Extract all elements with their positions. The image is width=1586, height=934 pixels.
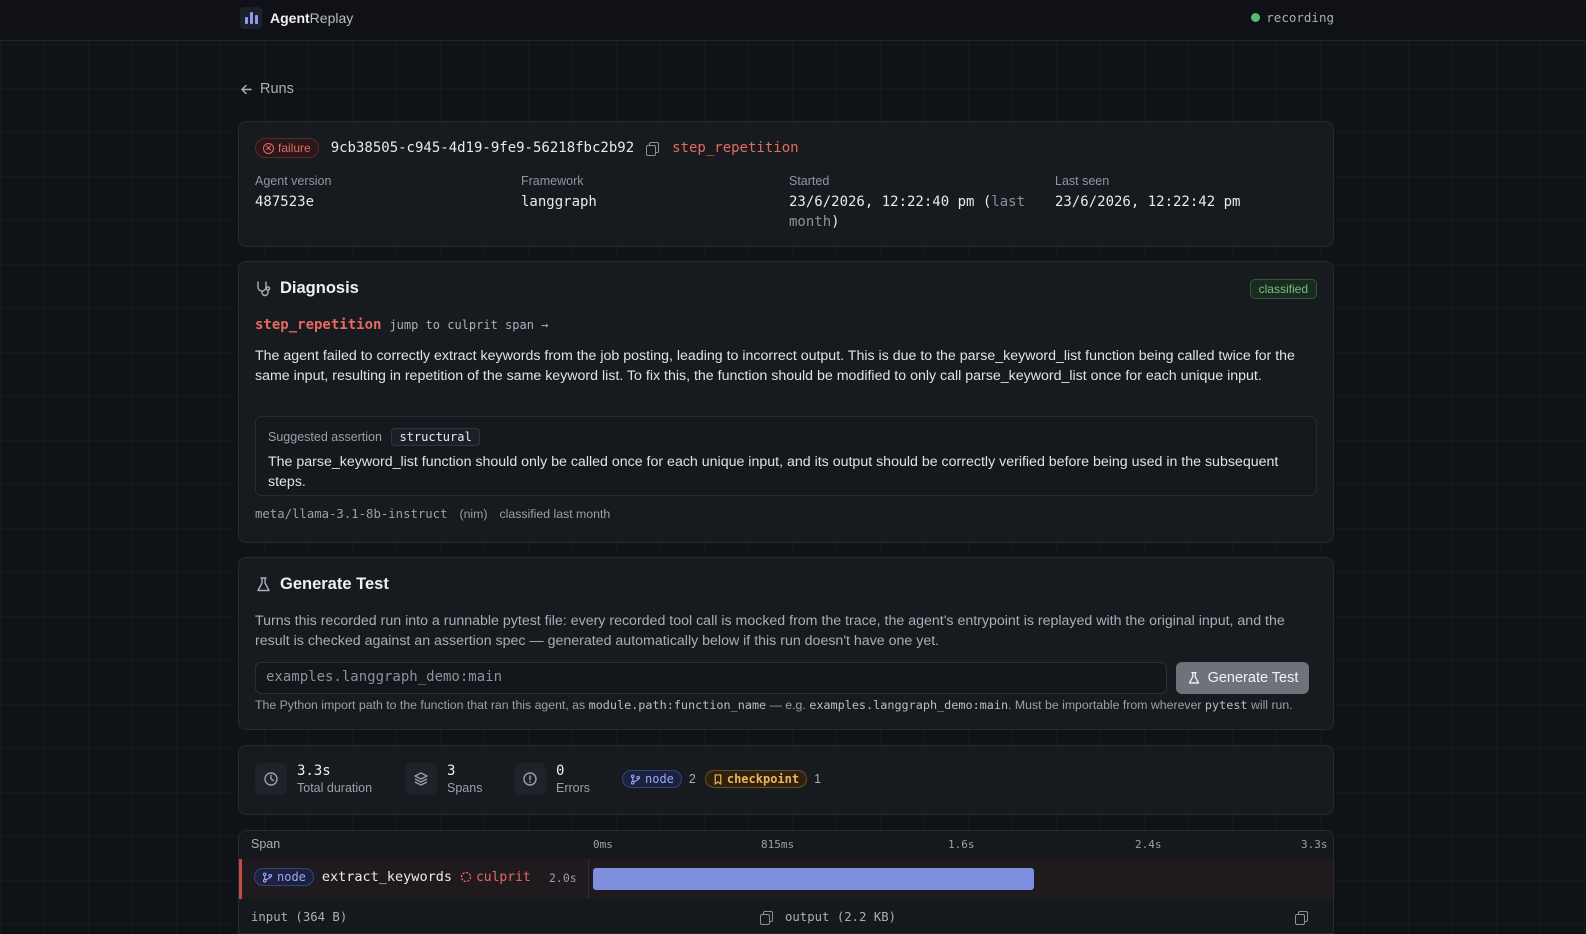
- generate-test-description: Turns this recorded run into a runnable …: [255, 613, 1285, 649]
- failure-type: step_repetition: [672, 140, 799, 156]
- x-circle-icon: [263, 142, 274, 154]
- status-badge: failure: [255, 138, 319, 158]
- classifier-meta: meta/llama-3.1-8b-instruct (nim) classif…: [255, 507, 610, 521]
- assertion-text: The parse_keyword_list function should o…: [268, 454, 1279, 490]
- tick-label: 1.6s: [948, 838, 975, 851]
- back-to-runs-link[interactable]: Runs: [240, 81, 294, 97]
- recording-label: recording: [1266, 10, 1334, 25]
- stat-errors: 0 Errors: [514, 763, 590, 795]
- model-name: meta/llama-3.1-8b-instruct: [255, 507, 448, 521]
- brand-name: AgentReplay: [270, 10, 354, 26]
- bookmark-icon: [714, 773, 722, 785]
- stat-spans: 3 Spans: [405, 763, 482, 795]
- suggested-assertion-box: Suggested assertion structural The parse…: [255, 416, 1317, 496]
- generate-test-title: Generate Test: [255, 575, 389, 594]
- copy-output-icon[interactable]: [1295, 911, 1308, 925]
- diagnosis-title: Diagnosis: [255, 279, 359, 298]
- timeline-divider: [588, 859, 589, 899]
- diagnosis-summary: The agent failed to correctly extract ke…: [255, 348, 1295, 384]
- generate-test-button[interactable]: Generate Test: [1176, 662, 1309, 694]
- model-provider: (nim): [459, 507, 488, 521]
- span-kind-pill: node: [254, 868, 314, 886]
- alert-circle-icon: [514, 763, 546, 795]
- span-output-label: output (2.2 KB): [785, 910, 897, 924]
- checkpoint-kind-pill[interactable]: checkpoint: [704, 770, 808, 788]
- status-dot-icon: [1251, 13, 1261, 22]
- bar-chart-icon: [240, 7, 262, 29]
- meta-agent-version: Agent version 487523e: [255, 174, 332, 210]
- target-icon: [460, 871, 472, 883]
- meta-started: Started 23/6/2026, 12:22:40 pm (last mon…: [789, 174, 1026, 230]
- generate-test-card: Generate Test Turns this recorded run in…: [238, 557, 1334, 730]
- stethoscope-icon: [257, 281, 271, 297]
- stat-total-duration: 3.3s Total duration: [255, 763, 372, 795]
- span-duration-bar[interactable]: [593, 868, 1035, 890]
- clock-icon: [255, 763, 287, 795]
- span-timeline: Span 0ms 815ms 1.6s 2.4s 3.3s node extra…: [238, 830, 1334, 934]
- node-kind-pill[interactable]: node: [622, 770, 682, 788]
- jump-to-culprit-link[interactable]: jump to culprit span →: [389, 318, 548, 332]
- classified-badge: classified: [1249, 279, 1317, 299]
- span-column-header: Span: [251, 837, 281, 851]
- culprit-flag: culprit: [460, 870, 531, 885]
- classified-when: classified last month: [499, 507, 611, 521]
- tick-label: 815ms: [761, 838, 795, 851]
- git-branch-icon: [262, 871, 273, 883]
- meta-framework: Framework langgraph: [521, 174, 597, 210]
- assertion-label: Suggested assertion: [268, 430, 382, 444]
- brand[interactable]: AgentReplay: [240, 7, 353, 29]
- entrypoint-input[interactable]: examples.langgraph_demo:main: [255, 662, 1167, 694]
- copy-icon[interactable]: [646, 142, 660, 156]
- node-count: 2: [688, 772, 696, 786]
- run-id: 9cb38505-c945-4d19-9fe9-56218fbc2b92: [330, 140, 635, 156]
- entrypoint-hint: The Python import path to the function t…: [255, 698, 1293, 712]
- diagnosis-failure-type: step_repetition: [255, 317, 382, 333]
- git-branch-icon: [630, 773, 641, 785]
- flask-icon: [257, 577, 270, 592]
- top-bar: AgentReplay recording: [0, 0, 1586, 41]
- span-kind-counts: node 2 checkpoint 1: [622, 770, 821, 788]
- span-duration: 2.0s: [549, 871, 577, 885]
- tick-label: 3.3s: [1301, 838, 1328, 851]
- layers-icon: [405, 763, 437, 795]
- recording-status: recording: [1251, 10, 1334, 25]
- tick-label: 2.4s: [1135, 838, 1162, 851]
- assertion-tag: structural: [391, 428, 480, 446]
- checkpoint-count: 1: [814, 772, 822, 786]
- back-label: Runs: [260, 81, 294, 97]
- timeline-header: Span 0ms 815ms 1.6s 2.4s 3.3s: [239, 831, 1333, 859]
- span-row[interactable]: node extract_keywords culprit 2.0s: [239, 859, 1333, 899]
- stats-card: 3.3s Total duration 3 Spans 0 Errors node 2…: [238, 745, 1334, 815]
- copy-input-icon[interactable]: [760, 911, 773, 925]
- arrow-left-icon: [241, 84, 252, 94]
- tick-label: 0ms: [593, 838, 613, 851]
- meta-last-seen: Last seen 23/6/2026, 12:22:42 pm: [1055, 174, 1241, 210]
- diagnosis-card: Diagnosis classified step_repetition jum…: [238, 261, 1334, 543]
- span-name: extract_keywords: [321, 869, 452, 885]
- flask-icon: [1188, 671, 1199, 684]
- run-header-card: failure 9cb38505-c945-4d19-9fe9-56218fbc…: [238, 121, 1334, 247]
- span-input-label: input (364 B): [251, 910, 348, 924]
